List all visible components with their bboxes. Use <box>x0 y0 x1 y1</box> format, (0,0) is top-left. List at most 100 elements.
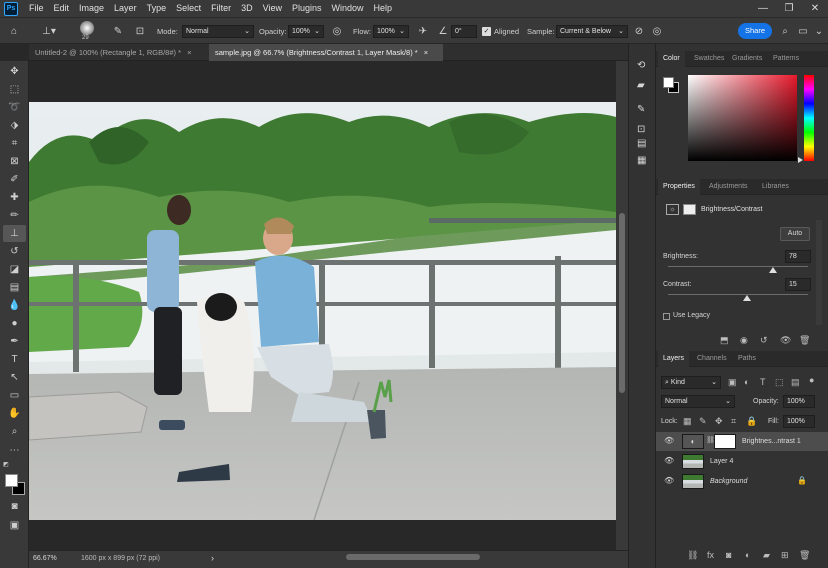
crop-tool-icon[interactable]: ⌗ <box>3 135 26 152</box>
tab-close-icon[interactable]: × <box>187 48 191 57</box>
brush-settings-icon[interactable]: ✎ <box>110 18 126 45</box>
delete-adjustment-icon[interactable]: 🗑 <box>799 335 810 346</box>
blend-mode-select[interactable]: Normal ⌄ <box>661 395 735 408</box>
layer-name[interactable]: Background <box>710 472 747 491</box>
reset-icon[interactable]: ↺ <box>760 335 768 346</box>
menu-image[interactable]: Image <box>74 0 109 17</box>
lasso-tool-icon[interactable]: ➰ <box>3 99 26 116</box>
pressure-opacity-icon[interactable]: ◎ <box>330 18 344 45</box>
clone-stamp-tool-icon[interactable]: ⊥ <box>3 225 26 242</box>
marquee-tool-icon[interactable]: ⬚ <box>3 81 26 98</box>
sample-select[interactable]: Current & Below ⌄ <box>556 25 628 38</box>
lock-all-icon[interactable]: 🔒 <box>746 416 757 427</box>
layer-mask-icon[interactable] <box>683 204 696 215</box>
restore-button[interactable]: ❐ <box>776 0 802 17</box>
quick-mask-icon[interactable]: ◙ <box>3 498 26 515</box>
tab-swatches[interactable]: Swatches <box>689 51 729 67</box>
tab-adjustments[interactable]: Adjustments <box>704 179 753 195</box>
brush-preview-icon[interactable] <box>80 21 94 35</box>
eye-icon[interactable]: 👁 <box>664 436 674 445</box>
layer-name[interactable]: Brightnes...ntrast 1 <box>742 432 801 451</box>
angle-field[interactable]: 0° <box>451 25 477 38</box>
status-menu-arrow-icon[interactable]: › <box>211 553 214 563</box>
brightness-value-field[interactable]: 78 <box>785 250 811 263</box>
eraser-tool-icon[interactable]: ◪ <box>3 261 26 278</box>
share-button[interactable]: Share <box>738 23 772 39</box>
menu-3d[interactable]: 3D <box>236 0 258 17</box>
menu-edit[interactable]: Edit <box>49 0 75 17</box>
aligned-checkbox[interactable]: ✓ <box>482 27 491 36</box>
link-layers-icon[interactable]: ⛓ <box>687 550 698 561</box>
tab-untitled-2[interactable]: Untitled-2 @ 100% (Rectangle 1, RGB/8#) … <box>29 44 207 61</box>
menu-plugins[interactable]: Plugins <box>287 0 327 17</box>
brightness-slider-thumb[interactable] <box>769 267 777 273</box>
filter-shape-icon[interactable]: ⬚ <box>775 377 784 388</box>
hue-slider[interactable] <box>804 75 814 161</box>
contrast-slider[interactable] <box>668 294 808 295</box>
menu-type[interactable]: Type <box>142 0 172 17</box>
layer-name[interactable]: Layer 4 <box>710 452 733 471</box>
close-window-button[interactable]: ✕ <box>802 0 828 17</box>
layer-row-brightness-contrast[interactable]: 👁 ◐ ⛓ Brightnes...ntrast 1 <box>656 432 828 451</box>
clone-source-panel-icon[interactable]: ⊡ <box>637 124 645 135</box>
clone-source-icon[interactable]: ⊡ <box>132 18 148 45</box>
lock-position-icon[interactable]: ✥ <box>715 416 723 427</box>
filter-adjustment-icon[interactable]: ◐ <box>744 377 749 387</box>
eye-icon[interactable]: 👁 <box>664 456 674 465</box>
menu-select[interactable]: Select <box>171 0 206 17</box>
tab-paths[interactable]: Paths <box>733 351 761 367</box>
workspace-dropdown-icon[interactable]: ⌄ <box>812 18 826 45</box>
menu-view[interactable]: View <box>258 0 287 17</box>
properties-scrollbar[interactable] <box>816 220 822 325</box>
tab-layers[interactable]: Layers <box>658 351 690 367</box>
color-field[interactable] <box>688 75 797 161</box>
object-selection-tool-icon[interactable]: ⬗ <box>3 117 26 134</box>
dodge-tool-icon[interactable]: ● <box>3 315 26 332</box>
rectangle-tool-icon[interactable]: ▭ <box>3 387 26 404</box>
home-icon[interactable]: ⌂ <box>6 18 22 45</box>
filter-toggle-icon[interactable]: ● <box>809 375 814 385</box>
lock-transparent-icon[interactable]: ▦ <box>683 416 692 427</box>
tab-properties[interactable]: Properties <box>658 179 700 195</box>
horizontal-scroll-thumb[interactable] <box>346 554 480 560</box>
toggle-visibility-icon[interactable]: 👁 <box>780 335 791 346</box>
pressure-size-icon[interactable]: ◎ <box>650 18 664 45</box>
delete-layer-icon[interactable]: 🗑 <box>799 550 810 561</box>
tab-sample-jpg[interactable]: sample.jpg @ 66.7% (Brightness/Contrast … <box>209 44 443 61</box>
hand-tool-icon[interactable]: ✋ <box>3 405 26 422</box>
tab-gradients[interactable]: Gradients <box>727 51 767 67</box>
tab-color[interactable]: Color <box>658 51 685 67</box>
notes-panel-icon[interactable]: ▦ <box>637 155 646 166</box>
document-image[interactable] <box>29 102 616 520</box>
layer-opacity-field[interactable]: 100% <box>783 395 815 408</box>
auto-button[interactable]: Auto <box>780 227 810 241</box>
flow-field[interactable]: 100% ⌄ <box>373 25 409 38</box>
brightness-slider[interactable] <box>668 266 808 267</box>
opacity-field[interactable]: 100% ⌄ <box>288 25 324 38</box>
info-panel-icon[interactable]: ▤ <box>637 138 646 149</box>
move-tool-icon[interactable]: ✥ <box>3 63 26 80</box>
tab-libraries[interactable]: Libraries <box>757 179 794 195</box>
menu-window[interactable]: Window <box>327 0 369 17</box>
menu-filter[interactable]: Filter <box>206 0 236 17</box>
canvas-area[interactable] <box>29 61 620 550</box>
default-colors-icon[interactable]: ◩ <box>3 461 11 469</box>
history-brush-tool-icon[interactable]: ↺ <box>3 243 26 260</box>
eye-icon[interactable]: 👁 <box>664 476 674 485</box>
lock-image-icon[interactable]: ✎ <box>699 416 707 427</box>
airbrush-icon[interactable]: ✈ <box>415 18 431 45</box>
clip-to-layer-icon[interactable]: ⬒ <box>720 335 729 346</box>
blur-tool-icon[interactable]: 💧 <box>3 297 26 314</box>
zoom-tool-icon[interactable]: ⌕ <box>3 423 26 440</box>
path-selection-tool-icon[interactable]: ↖ <box>3 369 26 386</box>
contrast-slider-thumb[interactable] <box>743 295 751 301</box>
menu-help[interactable]: Help <box>369 0 398 17</box>
tab-patterns[interactable]: Patterns <box>768 51 804 67</box>
photoshop-logo-icon[interactable]: Ps <box>4 1 18 16</box>
new-group-icon[interactable]: ▰ <box>763 550 770 561</box>
new-layer-icon[interactable]: ⊞ <box>781 550 789 561</box>
new-adjustment-layer-icon[interactable]: ◐ <box>745 550 750 560</box>
screen-mode-icon[interactable]: ▣ <box>3 517 26 534</box>
use-legacy-checkbox[interactable] <box>663 313 670 320</box>
tab-close-icon[interactable]: × <box>424 48 428 57</box>
